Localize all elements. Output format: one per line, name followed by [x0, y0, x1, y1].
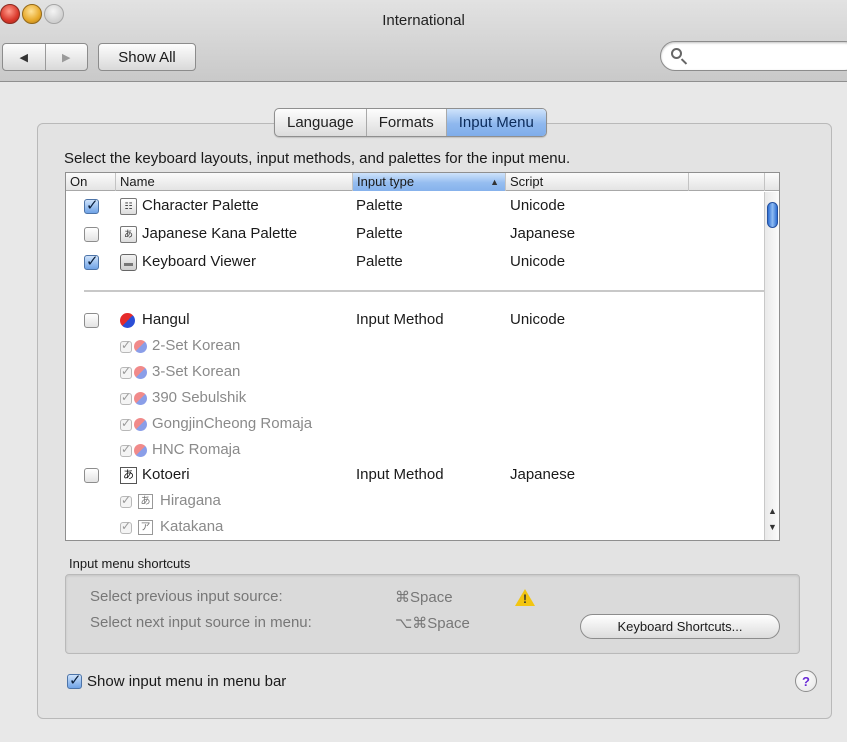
sub-enable-checkbox[interactable] [120, 338, 132, 353]
row-name: Character Palette [142, 197, 259, 214]
row-name: Keyboard Viewer [142, 253, 256, 270]
row-name: Kotoeri [142, 466, 190, 483]
row-input-type: Palette [356, 197, 403, 214]
table-row[interactable]: あ Kotoeri Input Method Japanese [66, 462, 764, 488]
keyboard-shortcuts-button[interactable]: Keyboard Shortcuts... [580, 614, 780, 639]
table-row[interactable]: Hangul Input Method Unicode [66, 307, 764, 333]
back-button[interactable]: ◀ [3, 44, 45, 70]
column-header-name[interactable]: Name [116, 173, 353, 191]
row-name: Japanese Kana Palette [142, 225, 298, 242]
table-row[interactable]: HNC Romaja [66, 437, 764, 463]
scroll-down-icon[interactable]: ▼ [766, 520, 779, 534]
vertical-scrollbar[interactable]: ▲ ▼ [764, 192, 779, 540]
hangul-flag-icon [120, 313, 135, 328]
instruction-text: Select the keyboard layouts, input metho… [64, 150, 571, 167]
sub-enable-checkbox[interactable] [120, 416, 132, 431]
row-name: 3-Set Korean [152, 363, 241, 380]
tab-input-menu[interactable]: Input Menu [446, 109, 546, 136]
input-sources-table[interactable]: On Name Input type ▲ Script ☷ Character … [65, 172, 780, 541]
column-header-input-type-label: Input type [357, 174, 415, 189]
korean-flag-icon [134, 392, 147, 405]
character-palette-icon: ☷ [120, 198, 137, 215]
table-row[interactable]: 390 Sebulshik [66, 385, 764, 411]
nav-back-forward: ◀ ▶ [2, 43, 88, 71]
katakana-icon: ア [138, 520, 153, 535]
help-button[interactable]: ? [795, 670, 817, 692]
sub-enable-checkbox[interactable] [120, 519, 132, 534]
row-script: Unicode [510, 311, 566, 328]
row-name: 390 Sebulshik [152, 389, 247, 406]
show-input-menu-checkbox[interactable] [67, 671, 82, 689]
table-row[interactable]: ア Katakana [66, 514, 764, 540]
row-script: Japanese [510, 466, 576, 483]
forward-button[interactable]: ▶ [44, 44, 88, 70]
column-header-empty [689, 173, 765, 191]
row-input-type: Palette [356, 253, 403, 270]
table-row[interactable]: 2-Set Korean [66, 333, 764, 359]
enable-checkbox[interactable] [84, 196, 99, 214]
row-name: Hiragana [160, 492, 221, 509]
previous-source-keys: ⌘Space [395, 589, 453, 606]
next-source-label: Select next input source in menu: [90, 614, 312, 631]
row-input-type: Palette [356, 225, 403, 242]
shortcuts-title: Input menu shortcuts [69, 556, 191, 571]
row-script: Unicode [510, 197, 566, 214]
row-input-type: Input Method [356, 466, 444, 483]
show-all-button[interactable]: Show All [98, 43, 196, 71]
hiragana-icon: あ [138, 494, 153, 509]
korean-flag-icon [134, 340, 147, 353]
row-script: Japanese [510, 225, 576, 242]
table-row[interactable]: GongjinCheong Romaja [66, 411, 764, 437]
tab-formats[interactable]: Formats [367, 109, 447, 136]
window-toolbar: International ◀ ▶ Show All [0, 0, 847, 82]
sub-enable-checkbox[interactable] [120, 442, 132, 457]
tab-language[interactable]: Language [275, 109, 367, 136]
section-divider [84, 290, 771, 292]
column-header-input-type[interactable]: Input type ▲ [353, 173, 506, 191]
enable-checkbox[interactable] [84, 468, 99, 483]
keyboard-viewer-icon [120, 254, 137, 271]
sub-enable-checkbox[interactable] [120, 390, 132, 405]
search-field[interactable] [660, 41, 847, 71]
scroll-thumb[interactable] [767, 202, 778, 228]
sort-ascending-icon: ▲ [490, 177, 499, 187]
korean-flag-icon [134, 366, 147, 379]
table-row[interactable]: あ Hiragana [66, 488, 764, 514]
row-name: Hangul [142, 311, 190, 328]
kotoeri-icon: あ [120, 467, 137, 484]
enable-checkbox[interactable] [84, 252, 99, 270]
table-row[interactable]: Keyboard Viewer Palette Unicode [66, 249, 764, 275]
table-row[interactable]: 3-Set Korean [66, 359, 764, 385]
row-name: HNC Romaja [152, 441, 241, 458]
korean-flag-icon [134, 418, 147, 431]
enable-checkbox[interactable] [84, 313, 99, 328]
table-row[interactable]: あ Japanese Kana Palette Palette Japanese [66, 221, 764, 247]
table-row[interactable]: ☷ Character Palette Palette Unicode [66, 193, 764, 219]
row-name: Katakana [160, 518, 224, 535]
enable-checkbox[interactable] [84, 227, 99, 242]
row-input-type: Input Method [356, 311, 444, 328]
row-name: GongjinCheong Romaja [152, 415, 313, 432]
korean-flag-icon [134, 444, 147, 457]
window-title: International [382, 12, 465, 29]
sub-enable-checkbox[interactable] [120, 364, 132, 379]
row-name: 2-Set Korean [152, 337, 241, 354]
table-header: On Name Input type ▲ Script [66, 173, 779, 191]
show-input-menu-label: Show input menu in menu bar [87, 673, 287, 690]
search-icon [671, 48, 682, 59]
row-script: Unicode [510, 253, 566, 270]
sub-enable-checkbox[interactable] [120, 493, 132, 508]
scroll-up-icon[interactable]: ▲ [766, 504, 779, 518]
kana-palette-icon: あ [120, 226, 137, 243]
previous-source-label: Select previous input source: [90, 588, 283, 605]
column-header-script[interactable]: Script [506, 173, 689, 191]
column-header-on[interactable]: On [66, 173, 116, 191]
next-source-keys: ⌥⌘Space [395, 615, 470, 632]
warning-icon [515, 589, 535, 606]
tab-bar: Language Formats Input Menu [274, 108, 547, 137]
